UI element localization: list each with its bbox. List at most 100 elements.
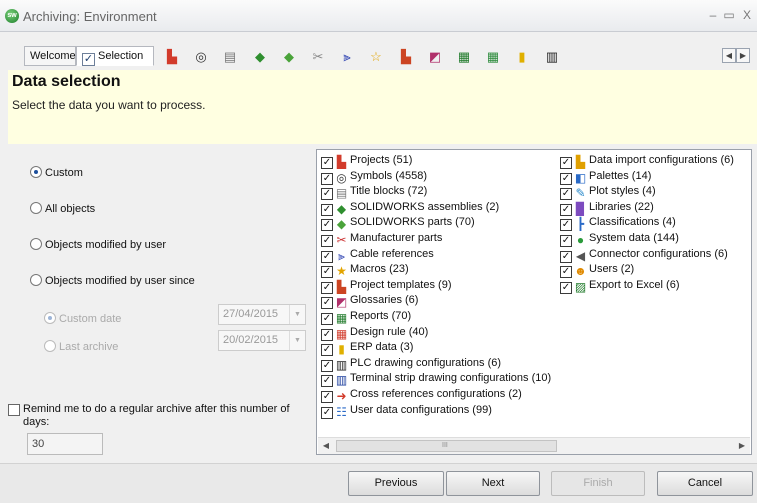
title-blocks-icon[interactable]: ▤ [222, 49, 238, 65]
radio-modified-by-user[interactable]: Objects modified by user [30, 238, 166, 251]
close-button[interactable]: X [740, 8, 754, 24]
selection-checkbox[interactable]: ✓ [82, 53, 95, 66]
item-checkbox[interactable]: ✓ [321, 344, 333, 357]
tab-welcome[interactable]: Welcome [24, 46, 76, 66]
glossaries-icon[interactable]: ◩ [427, 49, 443, 65]
finish-button[interactable]: Finish [551, 471, 645, 496]
next-button[interactable]: Next [446, 471, 540, 496]
item-checkbox[interactable]: ✓ [321, 266, 333, 279]
item-checkbox[interactable]: ✓ [321, 313, 333, 325]
plc-icon[interactable]: ▥ [544, 49, 560, 65]
item-checkbox[interactable]: ✓ [321, 235, 333, 247]
previous-button[interactable]: Previous [348, 471, 444, 496]
list-item[interactable]: ✓ ▦ Reports (70) [321, 309, 411, 325]
list-item[interactable]: ✓ ⫸ Cable references [321, 247, 434, 263]
radio-all-objects-indicator[interactable] [30, 202, 42, 214]
list-item[interactable]: ✓ ▥ Terminal strip drawing configurations … [321, 371, 551, 388]
item-checkbox[interactable]: ✓ [560, 188, 572, 201]
list-item[interactable]: ✓ ▮ ERP data (3) [321, 340, 413, 357]
list-item[interactable]: ✓ ◆ SOLIDWORKS assemblies (2) [321, 200, 499, 216]
macros-icon[interactable]: ☆ [368, 49, 384, 65]
item-checkbox[interactable]: ✓ [321, 188, 333, 201]
radio-custom-date-indicator[interactable] [44, 312, 56, 324]
item-checkbox[interactable]: ✓ [321, 281, 333, 294]
symbols-icon[interactable]: ◎ [193, 49, 209, 65]
list-item[interactable]: ✓ ▙ Project templates (9) [321, 278, 451, 294]
list-item[interactable]: ✓ ● System data (144) [560, 231, 679, 247]
item-checkbox[interactable]: ✓ [321, 406, 333, 419]
item-checkbox[interactable]: ✓ [560, 203, 572, 216]
list-item[interactable]: ✓ ▥ PLC drawing configurations (6) [321, 356, 501, 372]
item-checkbox[interactable]: ✓ [321, 391, 333, 403]
item-checkbox[interactable]: ✓ [560, 172, 572, 185]
assembly-icon[interactable]: ◆ [252, 49, 268, 65]
minimize-button[interactable]: – [706, 8, 720, 24]
remind-checkbox[interactable] [8, 404, 20, 416]
list-item[interactable]: ✓ ▉ Libraries (22) [560, 200, 654, 216]
list-item[interactable]: ✓ ┣ Classifications (4) [560, 215, 676, 232]
last-archive-date-picker[interactable]: 20/02/2015 ▼ [218, 330, 306, 351]
list-item[interactable]: ✓ ▨ Export to Excel (6) [560, 278, 679, 294]
scroll-left-arrow-icon[interactable]: ◀ [318, 438, 334, 454]
item-checkbox[interactable]: ✓ [321, 172, 333, 185]
radio-all-objects[interactable]: All objects [30, 202, 95, 215]
remind-days-input[interactable]: 30 [27, 433, 103, 455]
item-checkbox[interactable]: ✓ [321, 297, 333, 310]
reports-icon[interactable]: ▦ [456, 49, 472, 65]
item-checkbox[interactable]: ✓ [321, 359, 333, 372]
item-checkbox[interactable]: ✓ [560, 250, 572, 263]
design-rule-icon[interactable]: ▦ [485, 49, 501, 65]
radio-modified-since-indicator[interactable] [30, 274, 42, 286]
list-item[interactable]: ✓ ◀ Connector configurations (6) [560, 247, 728, 263]
chevron-down-icon[interactable]: ▼ [289, 305, 305, 324]
item-checkbox[interactable]: ✓ [321, 219, 333, 232]
radio-custom-indicator[interactable] [30, 166, 42, 178]
custom-date-picker[interactable]: 27/04/2015 ▼ [218, 304, 306, 325]
project-templates-icon[interactable]: ▙ [398, 49, 414, 65]
tab-selection[interactable]: ✓ Selection [76, 46, 154, 66]
list-item[interactable]: ✓ ★ Macros (23) [321, 262, 409, 279]
chevron-down-icon[interactable]: ▼ [289, 331, 305, 350]
item-checkbox[interactable]: ✓ [321, 328, 333, 341]
manufacturer-parts-icon[interactable]: ✂ [310, 49, 326, 65]
list-item[interactable]: ✓ ✎ Plot styles (4) [560, 184, 656, 201]
radio-custom[interactable]: Custom [30, 166, 83, 179]
item-checkbox[interactable]: ✓ [321, 157, 333, 169]
list-item[interactable]: ✓ ☻ Users (2) [560, 262, 634, 279]
list-item[interactable]: ✓ ▙ Data import configurations (6) [560, 153, 734, 169]
list-item[interactable]: ✓ ➜ Cross references configurations (2) [321, 387, 522, 403]
list-item[interactable]: ✓ ▦ Design rule (40) [321, 325, 428, 341]
list-item[interactable]: ✓ ✂ Manufacturer parts [321, 231, 442, 247]
list-item[interactable]: ✓ ▙ Projects (51) [321, 153, 412, 169]
list-item[interactable]: ✓ ◆ SOLIDWORKS parts (70) [321, 215, 475, 232]
radio-custom-date[interactable]: Custom date [44, 312, 121, 325]
item-checkbox[interactable]: ✓ [321, 203, 333, 216]
list-item[interactable]: ✓ ◎ Symbols (4558) [321, 169, 427, 185]
radio-modified-since[interactable]: Objects modified by user since [30, 274, 195, 287]
cancel-button[interactable]: Cancel [657, 471, 753, 496]
radio-last-archive-indicator[interactable] [44, 340, 56, 352]
tab-scroll-left-button[interactable]: ◀ [722, 48, 736, 63]
item-checkbox[interactable]: ✓ [560, 266, 572, 279]
maximize-button[interactable]: ▭ [722, 8, 736, 24]
cable-references-icon[interactable]: ⫸ [339, 49, 355, 65]
item-checkbox[interactable]: ✓ [321, 250, 333, 263]
scroll-right-arrow-icon[interactable]: ▶ [734, 438, 750, 454]
horizontal-scrollbar[interactable]: ◀ III ▶ [318, 437, 750, 454]
item-checkbox[interactable]: ✓ [560, 157, 572, 169]
list-item[interactable]: ✓ ▤ Title blocks (72) [321, 184, 427, 201]
list-item[interactable]: ✓ ◩ Glossaries (6) [321, 293, 418, 310]
erp-data-icon[interactable]: ▮ [514, 49, 530, 65]
projects-icon[interactable]: ▙ [164, 49, 180, 65]
item-checkbox[interactable]: ✓ [321, 375, 333, 388]
radio-modified-by-user-indicator[interactable] [30, 238, 42, 250]
part-icon[interactable]: ◆ [281, 49, 297, 65]
radio-last-archive[interactable]: Last archive [44, 340, 118, 353]
item-checkbox[interactable]: ✓ [560, 219, 572, 232]
list-item[interactable]: ✓ ☷ User data configurations (99) [321, 403, 492, 419]
item-checkbox[interactable]: ✓ [560, 235, 572, 247]
list-item[interactable]: ✓ ◧ Palettes (14) [560, 169, 651, 185]
item-checkbox[interactable]: ✓ [560, 281, 572, 294]
scrollbar-thumb[interactable]: III [336, 440, 557, 452]
tab-scroll-right-button[interactable]: ▶ [736, 48, 750, 63]
